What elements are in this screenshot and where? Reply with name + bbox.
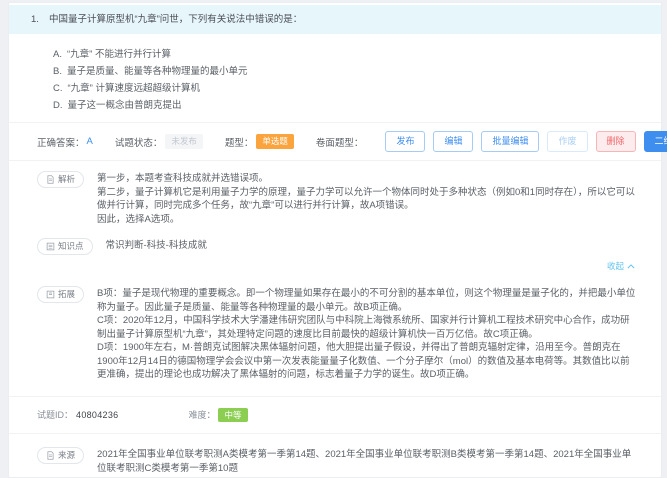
correct-answer-label: 正确答案： bbox=[37, 135, 85, 149]
expansion-paragraph-b: B项：量子是现代物理的重要概念。即一个物理量如果存在最小的不可分割的基本单位，则… bbox=[97, 287, 637, 314]
analysis-badge: 解析 bbox=[37, 171, 84, 188]
analysis-badge-label: 解析 bbox=[58, 175, 75, 184]
option-label: A. bbox=[53, 46, 62, 63]
expansion-paragraph-d: D项：1900年左右，M·普朗克试图解决黑体辐射问题，他大胆提出量子假设，并得出… bbox=[97, 341, 637, 382]
expansion-badge: 拓展 bbox=[37, 286, 84, 303]
analysis-paragraph: 第二步，量子计算机它是利用量子力学的原理，量子力学可以允许一个物体同时处于多种状… bbox=[97, 186, 637, 213]
option-c: C. “九章” 计算速度远超超级计算机 bbox=[53, 80, 641, 97]
knowledge-badge-label: 知识点 bbox=[58, 242, 84, 251]
knowledge-content: 常识判断-科技-科技成就 bbox=[106, 238, 207, 253]
question-number: 1. bbox=[31, 13, 39, 26]
question-header: 1. 中国量子计算原型机“九章”问世，下列有关说法中错误的是： bbox=[9, 5, 661, 34]
option-label: C. bbox=[53, 80, 63, 97]
document-icon bbox=[46, 451, 55, 460]
correct-answer-value: A bbox=[87, 136, 93, 147]
publish-button[interactable]: 发布 bbox=[385, 131, 425, 152]
option-text: “九章” 计算速度远超超级计算机 bbox=[68, 80, 200, 97]
question-id: 试题ID： 40804236 bbox=[37, 408, 118, 421]
difficulty: 难度： 中等 bbox=[188, 408, 247, 423]
option-text: 量子是质量、能量等各种物理量的最小单元 bbox=[67, 63, 248, 80]
option-a: A. “九章” 不能进行并行计算 bbox=[53, 46, 641, 63]
option-list: A. “九章” 不能进行并行计算 B. 量子是质量、能量等各种物理量的最小单元 … bbox=[9, 34, 661, 122]
question-status: 试题状态： 未发布 bbox=[115, 134, 203, 149]
analysis-content: 第一步，本题考查科技成就并选错误项。 第二步，量子计算机它是利用量子力学的原理，… bbox=[97, 171, 637, 226]
knowledge-section: 知识点 常识判断-科技-科技成就 bbox=[9, 228, 661, 257]
option-label: D. bbox=[53, 97, 63, 114]
option-label: B. bbox=[53, 63, 62, 80]
option-b: B. 量子是质量、能量等各种物理量的最小单元 bbox=[53, 63, 641, 80]
question-type: 题型： 单选题 bbox=[225, 134, 294, 149]
paper-question-type-label: 卷面题型： bbox=[316, 135, 364, 149]
expansion-section: 拓展 B项：量子是现代物理的重要概念。即一个物理量如果存在最小的不可分割的基本单… bbox=[9, 276, 661, 384]
question-type-label: 题型： bbox=[225, 135, 254, 149]
source-text: 2021年全国事业单位联考职测A类模考第一季第14题、2021年全国事业单位联考… bbox=[97, 448, 637, 475]
difficulty-badge: 中等 bbox=[218, 408, 247, 423]
question-id-label: 试题ID： bbox=[37, 408, 73, 421]
document-icon bbox=[46, 175, 55, 184]
status-badge: 未发布 bbox=[165, 134, 203, 149]
batch-edit-button[interactable]: 批量编辑 bbox=[481, 131, 539, 152]
analysis-section: 解析 第一步，本题考查科技成就并选错误项。 第二步，量子计算机它是利用量子力学的… bbox=[9, 161, 661, 228]
qrcode-button[interactable]: 二维码 bbox=[644, 131, 667, 152]
correct-answer: 正确答案： A bbox=[37, 135, 93, 149]
question-id-value: 40804236 bbox=[76, 410, 118, 420]
analysis-paragraph: 第一步，本题考查科技成就并选错误项。 bbox=[97, 172, 637, 186]
knowledge-badge: 知识点 bbox=[37, 238, 93, 255]
option-text: “九章” 不能进行并行计算 bbox=[67, 46, 171, 63]
question-meta-footer: 试题ID： 40804236 难度： 中等 bbox=[9, 396, 661, 435]
knowledge-text: 常识判断-科技-科技成就 bbox=[106, 239, 207, 253]
collapse-row: 收起 bbox=[9, 257, 661, 276]
collapse-link[interactable]: 收起 bbox=[607, 260, 635, 272]
invalidate-button[interactable]: 作废 bbox=[547, 131, 587, 152]
meta-row: 正确答案： A 试题状态： 未发布 题型： 单选题 卷面题型： 发布 编辑 批量… bbox=[9, 122, 661, 161]
expansion-content: B项：量子是现代物理的重要概念。即一个物理量如果存在最小的不可分割的基本单位，则… bbox=[97, 286, 637, 382]
source-section: 来源 2021年全国事业单位联考职测A类模考第一季第14题、2021年全国事业单… bbox=[9, 434, 661, 477]
paper-question-type: 卷面题型： bbox=[316, 135, 364, 149]
action-buttons: 发布 编辑 批量编辑 作废 删除 二维码 bbox=[385, 131, 667, 152]
question-stem: 中国量子计算原型机“九章”问世，下列有关说法中错误的是： bbox=[49, 13, 302, 26]
option-text: 量子这一概念由普朗克提出 bbox=[68, 97, 182, 114]
question-card: 1. 中国量子计算原型机“九章”问世，下列有关说法中错误的是： A. “九章” … bbox=[8, 2, 662, 478]
source-badge: 来源 bbox=[37, 447, 84, 464]
option-d: D. 量子这一概念由普朗克提出 bbox=[53, 97, 641, 114]
edit-button[interactable]: 编辑 bbox=[433, 131, 473, 152]
question-type-badge: 单选题 bbox=[256, 134, 294, 149]
source-content: 2021年全国事业单位联考职测A类模考第一季第14题、2021年全国事业单位联考… bbox=[97, 447, 637, 475]
collapse-label: 收起 bbox=[607, 260, 624, 272]
analysis-paragraph: 因此，选择A选项。 bbox=[97, 213, 637, 227]
list-icon bbox=[46, 242, 55, 251]
expansion-paragraph-c: C项：2020年12月，中国科学技术大学潘建伟研究团队与中科院上海微系统所、国家… bbox=[97, 314, 637, 341]
question-status-label: 试题状态： bbox=[115, 135, 163, 149]
expansion-badge-label: 拓展 bbox=[58, 290, 75, 299]
difficulty-label: 难度： bbox=[188, 408, 215, 421]
book-icon bbox=[46, 290, 55, 299]
chevron-up-icon bbox=[627, 261, 635, 271]
source-badge-label: 来源 bbox=[58, 451, 75, 460]
delete-button[interactable]: 删除 bbox=[596, 131, 636, 152]
